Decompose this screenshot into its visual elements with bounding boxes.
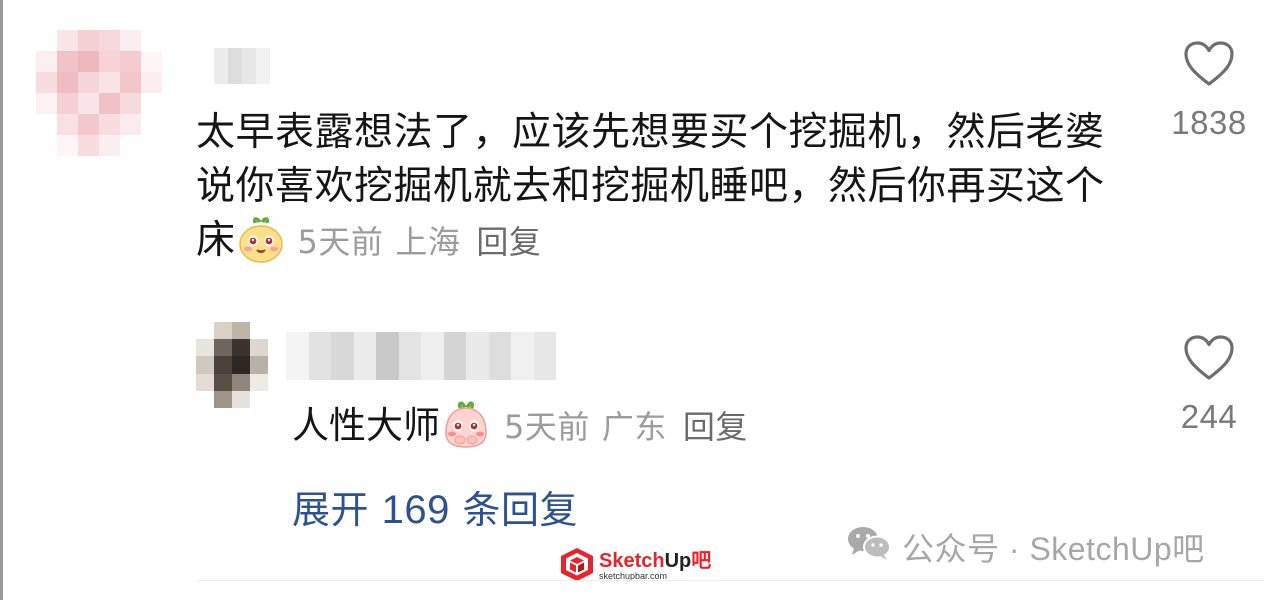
watermark-text: 公众号 · SketchUp吧 xyxy=(902,531,1205,567)
expand-replies-link[interactable]: 展开 169 条回复 xyxy=(292,482,578,538)
avatar[interactable] xyxy=(36,30,162,156)
heart-outline-icon[interactable] xyxy=(1183,334,1235,386)
reply-location: 广东 xyxy=(601,408,667,446)
reply-body: 人性大师 5天前 广东 回复 xyxy=(292,398,748,455)
heart-outline-icon[interactable] xyxy=(1183,40,1235,92)
comment-like-button[interactable]: 1838 xyxy=(1154,40,1264,142)
comment-divider xyxy=(196,580,1264,581)
reply-text: 人性大师 xyxy=(292,404,440,447)
shy-face-emoji-icon xyxy=(440,399,492,451)
reply-like-count: 244 xyxy=(1180,398,1238,435)
comment-time: 5天前 xyxy=(297,223,384,261)
left-edge-divider xyxy=(0,0,3,600)
comment-like-count: 1838 xyxy=(1171,104,1247,141)
reply-username-blurred[interactable] xyxy=(286,332,556,380)
reply-like-button[interactable]: 244 xyxy=(1154,334,1264,436)
comment-reply-button[interactable]: 回复 xyxy=(476,223,541,261)
comment-body: 太早表露想法了，应该先想要买个挖掘机，然后老婆说你喜欢挖掘机就去和挖掘机睡吧，然… xyxy=(196,106,1116,269)
username-blurred[interactable] xyxy=(214,48,270,84)
comment-location: 上海 xyxy=(395,223,461,261)
reply-time: 5天前 xyxy=(504,408,590,446)
expand-replies-prefix: 展开 xyxy=(292,488,370,532)
expand-replies-count: 169 xyxy=(381,488,450,532)
wechat-icon xyxy=(846,524,892,570)
happy-face-emoji-icon xyxy=(236,215,286,265)
logo-brand-text: SketchUp吧 xyxy=(599,550,712,572)
reply-avatar[interactable] xyxy=(196,322,268,408)
wechat-watermark: 公众号 · SketchUp吧 xyxy=(846,524,1205,570)
expand-replies-suffix: 条回复 xyxy=(462,488,578,532)
reply-reply-button[interactable]: 回复 xyxy=(683,408,748,446)
